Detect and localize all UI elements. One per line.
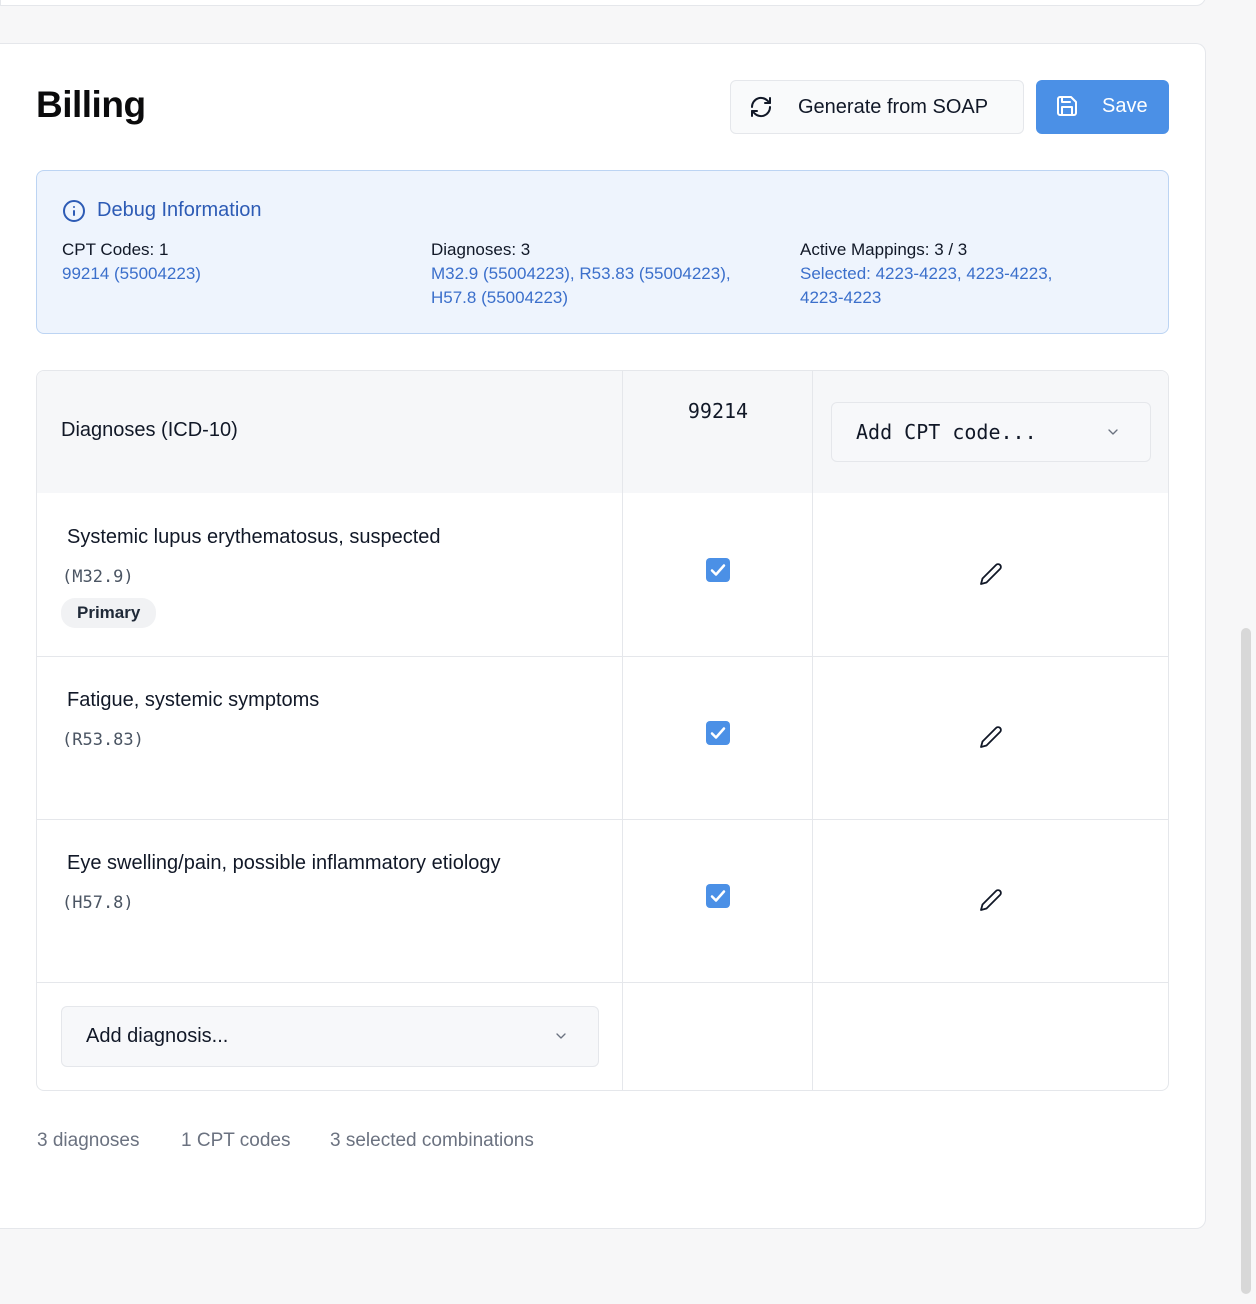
add-diagnosis-select[interactable]: Add diagnosis...: [61, 1006, 599, 1067]
page-title: Billing: [36, 84, 146, 125]
summary-cpt: 1 CPT codes: [181, 1130, 291, 1151]
diagnoses-header: Diagnoses (ICD-10): [61, 419, 238, 441]
pencil-icon[interactable]: [979, 562, 1003, 586]
debug-cpt-value: 99214 (55004223): [62, 264, 201, 283]
diagnosis-name: Fatigue, systemic symptoms: [67, 689, 320, 711]
mapping-checkbox[interactable]: [706, 884, 730, 908]
add-cpt-select[interactable]: Add CPT code...: [831, 402, 1151, 462]
debug-dx-column: Diagnoses: 3 M32.9 (55004223), R53.83 (5…: [431, 238, 731, 310]
debug-map-value-2: 4223-4223: [800, 288, 882, 307]
mapping-checkbox[interactable]: [706, 558, 730, 582]
checkbox-checked-icon: [710, 727, 726, 739]
debug-cpt-column: CPT Codes: 1 99214 (55004223): [62, 238, 201, 286]
row-divider: [37, 819, 1168, 820]
save-button[interactable]: Save: [1036, 80, 1169, 134]
scrollbar[interactable]: [1241, 628, 1251, 1294]
primary-badge: Primary: [61, 598, 157, 628]
info-icon: [63, 200, 85, 222]
cpt-column-header[interactable]: 99214: [623, 399, 813, 423]
add-cpt-placeholder: Add CPT code...: [856, 420, 1037, 444]
debug-map-count: 3 / 3: [934, 240, 968, 259]
previous-card: [0, 0, 1206, 6]
column-divider: [812, 371, 813, 1090]
diagnosis-code: (H57.8): [62, 893, 134, 913]
chevron-down-icon: [1108, 429, 1118, 435]
debug-panel: Debug Information CPT Codes: 1 99214 (55…: [36, 170, 1169, 334]
diagnosis-name: Systemic lupus erythematosus, suspected: [67, 526, 441, 548]
pencil-icon[interactable]: [979, 888, 1003, 912]
debug-dx-key: Diagnoses:: [431, 240, 517, 259]
row-divider: [37, 982, 1168, 983]
column-divider: [622, 371, 623, 1090]
debug-dx-value-2: H57.8 (55004223): [431, 288, 569, 307]
row-divider: [37, 656, 1168, 657]
diagnosis-code: (M32.9): [62, 567, 134, 587]
summary-combinations: 3 selected combinations: [330, 1130, 534, 1151]
billing-grid: Diagnoses (ICD-10) 99214 Add CPT code...…: [36, 370, 1169, 1091]
debug-cpt-key: CPT Codes:: [62, 240, 155, 259]
debug-cpt-count: 1: [159, 240, 169, 259]
debug-map-key: Active Mappings:: [800, 240, 930, 259]
debug-map-value-1: Selected: 4223-4223, 4223-4223,: [800, 264, 1053, 283]
save-icon: [1057, 96, 1077, 116]
chevron-down-icon: [556, 1033, 566, 1039]
save-label: Save: [1102, 95, 1148, 117]
debug-mappings-column: Active Mappings: 3 / 3 Selected: 4223-42…: [800, 238, 1052, 310]
add-diagnosis-placeholder: Add diagnosis...: [86, 1025, 229, 1047]
mapping-checkbox[interactable]: [706, 721, 730, 745]
checkbox-checked-icon: [710, 564, 726, 576]
debug-title: Debug Information: [97, 199, 262, 221]
diagnosis-name: Eye swelling/pain, possible inflammatory…: [67, 852, 501, 874]
summary-diagnoses: 3 diagnoses: [37, 1130, 140, 1151]
generate-from-soap-button[interactable]: Generate from SOAP: [730, 80, 1024, 134]
generate-label: Generate from SOAP: [798, 96, 989, 118]
debug-dx-count: 3: [520, 240, 531, 259]
diagnosis-code: (R53.83): [62, 730, 144, 750]
refresh-icon: [750, 96, 772, 118]
checkbox-checked-icon: [710, 890, 726, 902]
debug-dx-value-1: M32.9 (55004223), R53.83 (55004223),: [431, 264, 731, 283]
pencil-icon[interactable]: [979, 725, 1003, 749]
